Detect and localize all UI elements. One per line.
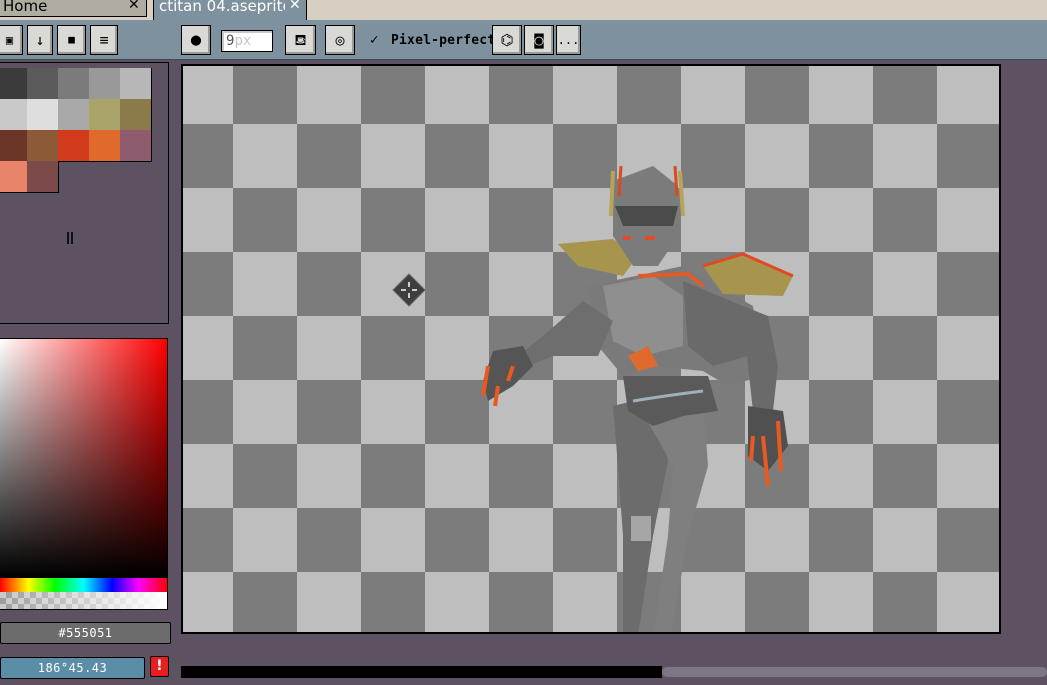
- arrow-down-icon: ↓: [35, 31, 45, 49]
- titan-sprite: [481, 165, 794, 632]
- symmetry-icon: ⌬: [500, 31, 514, 49]
- position-field[interactable]: 186°45.43: [0, 657, 145, 679]
- crosshair-cursor-icon: [392, 273, 426, 307]
- brush-size-text: 9px: [226, 33, 251, 49]
- horizontal-scrollbar-thumb[interactable]: [662, 667, 1047, 677]
- menu-icon: ≡: [99, 31, 109, 49]
- brush-type-button[interactable]: ●: [181, 25, 211, 55]
- palette-swatch[interactable]: [89, 99, 121, 131]
- palette-swatch[interactable]: [0, 99, 28, 131]
- tab-document[interactable]: ctitan 04.aseprite ✕: [153, 0, 307, 20]
- tab-home-close-icon[interactable]: ✕: [128, 0, 140, 13]
- circle-brush-icon: ●: [190, 30, 202, 50]
- lock-button[interactable]: ▣: [0, 25, 23, 55]
- palette-swatch[interactable]: [120, 68, 152, 100]
- position-value: 186°45.43: [37, 661, 108, 675]
- palette-swatch[interactable]: [58, 68, 90, 100]
- square-button[interactable]: ■: [57, 25, 86, 55]
- palette-swatch[interactable]: [0, 68, 28, 100]
- hex-color-field[interactable]: #555051: [0, 622, 171, 644]
- pixel-perfect-label: Pixel-perfect: [391, 33, 496, 48]
- palette-swatch[interactable]: [0, 130, 28, 162]
- warning-icon[interactable]: !: [150, 656, 169, 677]
- tab-home[interactable]: Home ✕: [0, 0, 147, 17]
- palette-swatch[interactable]: [120, 130, 152, 162]
- tab-document-close-icon[interactable]: ✕: [289, 0, 301, 13]
- palette-swatch[interactable]: [27, 161, 59, 193]
- palette-swatch[interactable]: [120, 99, 152, 131]
- lock-icon: ▣: [5, 33, 14, 47]
- warning-glyph: !: [156, 658, 163, 674]
- more-icon: ...: [557, 33, 580, 47]
- more-options-button[interactable]: ...: [556, 25, 581, 55]
- pressure-button[interactable]: ◎: [325, 25, 355, 55]
- square-icon: ■: [68, 33, 75, 46]
- pressure-icon: ◎: [335, 31, 345, 49]
- palette-swatch[interactable]: [89, 130, 121, 162]
- palette-swatch[interactable]: [27, 68, 59, 100]
- palette-swatch[interactable]: [27, 130, 59, 162]
- brush-size-unit: px: [234, 33, 252, 49]
- sprite-canvas[interactable]: [181, 64, 1001, 634]
- pixel-perfect-checkbox[interactable]: ✓: [370, 32, 378, 48]
- palette-swatch[interactable]: [89, 68, 121, 100]
- palette-swatch[interactable]: [0, 161, 28, 193]
- palette-swatch[interactable]: [27, 99, 59, 131]
- scrollbar-shadow: [181, 666, 662, 678]
- saturation-value-picker[interactable]: [0, 338, 168, 578]
- tab-document-label: ctitan 04.aseprite: [159, 0, 285, 15]
- hue-slider[interactable]: [0, 578, 168, 592]
- ink-icon: ⛾: [294, 31, 307, 49]
- gradient-button[interactable]: ◙: [524, 25, 554, 55]
- ink-button[interactable]: ⛾: [285, 25, 316, 55]
- arrow-down-button[interactable]: ↓: [27, 25, 53, 55]
- alpha-slider[interactable]: [0, 592, 168, 610]
- menu-button[interactable]: ≡: [90, 25, 118, 55]
- palette-swatch[interactable]: [58, 99, 90, 131]
- palette-swatch[interactable]: [58, 130, 90, 162]
- brush-size-input[interactable]: 9px: [221, 30, 273, 52]
- hex-color-value: #555051: [58, 626, 113, 640]
- tab-home-label: Home: [3, 0, 48, 15]
- palette-panel: [0, 62, 169, 324]
- tab-bar: Home ✕ ctitan 04.aseprite ✕: [0, 0, 1047, 20]
- symmetry-button[interactable]: ⌬: [492, 25, 522, 55]
- gradient-icon: ◙: [534, 31, 544, 49]
- palette-resize-icon[interactable]: [67, 232, 73, 244]
